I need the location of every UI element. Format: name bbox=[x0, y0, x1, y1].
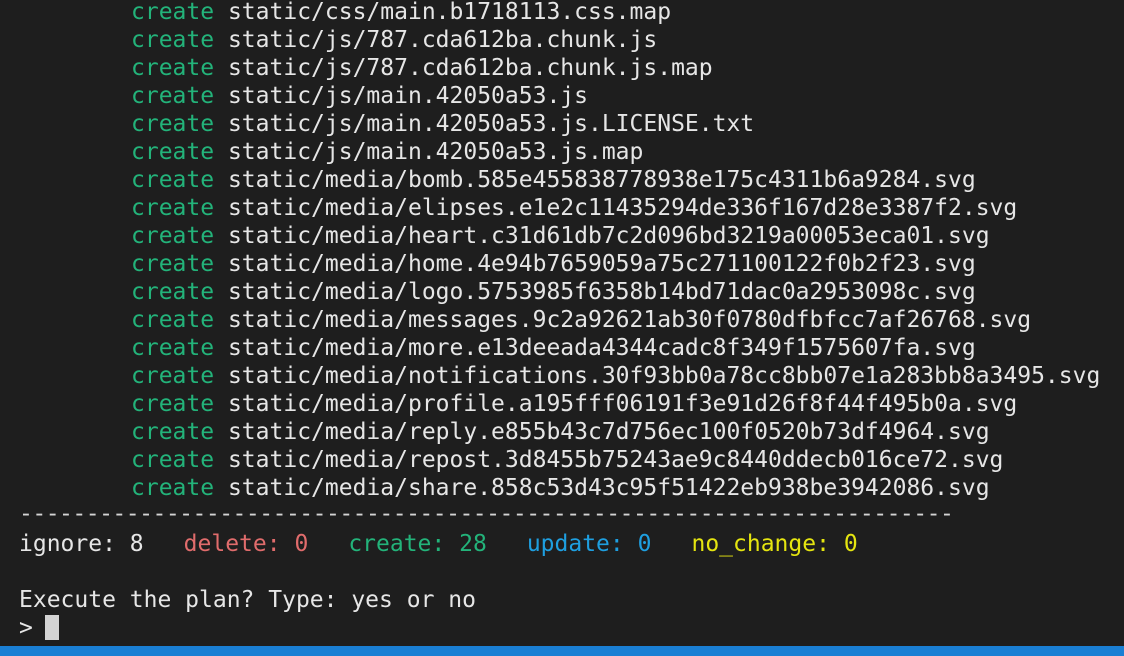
log-line: create static/media/logo.5753985f6358b14… bbox=[131, 278, 1100, 306]
log-path: static/media/repost.3d8455b75243ae9c8440… bbox=[227, 447, 1004, 473]
log-path: static/media/reply.e855b43c7d756ec100f05… bbox=[227, 419, 990, 445]
summary-item-ignore: ignore: 8 bbox=[19, 531, 144, 557]
log-line: create static/media/elipses.e1e2c1143529… bbox=[131, 194, 1100, 222]
log-path: static/media/profile.a195fff06191f3e91d2… bbox=[227, 391, 1018, 417]
log-path: static/media/home.4e94b7659059a75c271100… bbox=[227, 251, 976, 277]
log-line: create static/css/main.b1718113.css.map bbox=[131, 0, 1100, 26]
log-path: static/css/main.b1718113.css.map bbox=[227, 0, 672, 25]
log-line: create static/media/profile.a195fff06191… bbox=[131, 390, 1100, 418]
terminal-window[interactable]: create static/css/main.b1718113.css.map c… bbox=[0, 0, 1124, 646]
log-path: static/js/main.42050a53.js bbox=[227, 83, 588, 109]
log-path: static/media/more.e13deeada4344cadc8f349… bbox=[227, 335, 976, 361]
log-action: create bbox=[131, 27, 215, 53]
summary-label: create: bbox=[348, 531, 446, 557]
log-path: static/media/logo.5753985f6358b14bd71dac… bbox=[227, 279, 976, 305]
summary-item-delete: delete: 0 bbox=[184, 531, 309, 557]
log-action: create bbox=[131, 335, 215, 361]
status-bar bbox=[0, 646, 1124, 656]
log-path: static/js/main.42050a53.js.LICENSE.txt bbox=[227, 111, 755, 137]
log-line: create static/media/heart.c31d61db7c2d09… bbox=[131, 222, 1100, 250]
log-line: create static/js/main.42050a53.js.LICENS… bbox=[131, 110, 1100, 138]
log-path: static/js/787.cda612ba.chunk.js bbox=[227, 27, 658, 53]
log-line: create static/media/more.e13deeada4344ca… bbox=[131, 334, 1100, 362]
summary-label: update: bbox=[526, 531, 624, 557]
log-line: create static/media/reply.e855b43c7d756e… bbox=[131, 418, 1100, 446]
prompt-marker: > bbox=[19, 615, 33, 641]
log-action: create bbox=[131, 419, 215, 445]
input-line[interactable]: > bbox=[19, 614, 59, 642]
log-path: static/media/elipses.e1e2c11435294de336f… bbox=[227, 195, 1018, 221]
log-action: create bbox=[131, 139, 215, 165]
log-path: static/media/messages.9c2a92621ab30f0780… bbox=[227, 307, 1032, 333]
log-action: create bbox=[131, 447, 215, 473]
log-line: create static/js/787.cda612ba.chunk.js bbox=[131, 26, 1100, 54]
log-action: create bbox=[131, 363, 215, 389]
log-path: static/media/notifications.30f93bb0a78cc… bbox=[227, 363, 1101, 389]
output-log: create static/css/main.b1718113.css.map c… bbox=[131, 0, 1100, 502]
log-action: create bbox=[131, 475, 215, 501]
log-action: create bbox=[131, 251, 215, 277]
summary-value: 0 bbox=[843, 531, 858, 557]
text-cursor[interactable] bbox=[44, 615, 59, 640]
log-action: create bbox=[131, 307, 215, 333]
log-path: static/media/heart.c31d61db7c2d096bd3219… bbox=[227, 223, 990, 249]
log-line: create static/media/messages.9c2a92621ab… bbox=[131, 306, 1100, 334]
log-line: create static/media/repost.3d8455b75243a… bbox=[131, 446, 1100, 474]
log-action: create bbox=[131, 83, 215, 109]
log-line: create static/js/main.42050a53.js bbox=[131, 82, 1100, 110]
log-action: create bbox=[131, 55, 215, 81]
log-action: create bbox=[131, 223, 215, 249]
log-line: create static/js/main.42050a53.js.map bbox=[131, 138, 1100, 166]
summary-label: ignore: bbox=[19, 531, 116, 557]
summary-value: 0 bbox=[294, 531, 309, 557]
log-line: create static/js/787.cda612ba.chunk.js.m… bbox=[131, 54, 1100, 82]
summary-item-create: create: 28 bbox=[348, 531, 487, 557]
log-path: static/media/share.858c53d43c95f51422eb9… bbox=[227, 475, 990, 501]
plan-summary: ignore: 8 delete: 0 create: 28 update: 0 no_… bbox=[19, 530, 898, 558]
log-line: create static/media/bomb.585e45583877893… bbox=[131, 166, 1100, 194]
log-line: create static/media/home.4e94b7659059a75… bbox=[131, 250, 1100, 278]
summary-value: 28 bbox=[459, 531, 487, 557]
separator-line: ----------------------------------------… bbox=[19, 501, 954, 527]
summary-item-update: update: 0 bbox=[527, 531, 652, 557]
log-path: static/media/bomb.585e455838778938e175c4… bbox=[227, 167, 976, 193]
confirm-prompt: Execute the plan? Type: yes or no bbox=[19, 587, 476, 613]
log-line: create static/media/notifications.30f93b… bbox=[131, 362, 1100, 390]
log-path: static/js/main.42050a53.js.map bbox=[227, 139, 644, 165]
log-action: create bbox=[131, 111, 215, 137]
summary-label: no_change: bbox=[691, 531, 830, 557]
log-action: create bbox=[131, 167, 215, 193]
log-path: static/js/787.cda612ba.chunk.js.map bbox=[227, 55, 713, 81]
log-action: create bbox=[131, 0, 215, 25]
log-action: create bbox=[131, 195, 215, 221]
log-action: create bbox=[131, 279, 215, 305]
summary-label: delete: bbox=[183, 531, 281, 557]
log-action: create bbox=[131, 391, 215, 417]
log-line: create static/media/share.858c53d43c95f5… bbox=[131, 474, 1100, 502]
summary-value: 0 bbox=[637, 531, 652, 557]
summary-item-no_change: no_change: 0 bbox=[691, 531, 857, 557]
summary-value: 8 bbox=[129, 531, 144, 557]
